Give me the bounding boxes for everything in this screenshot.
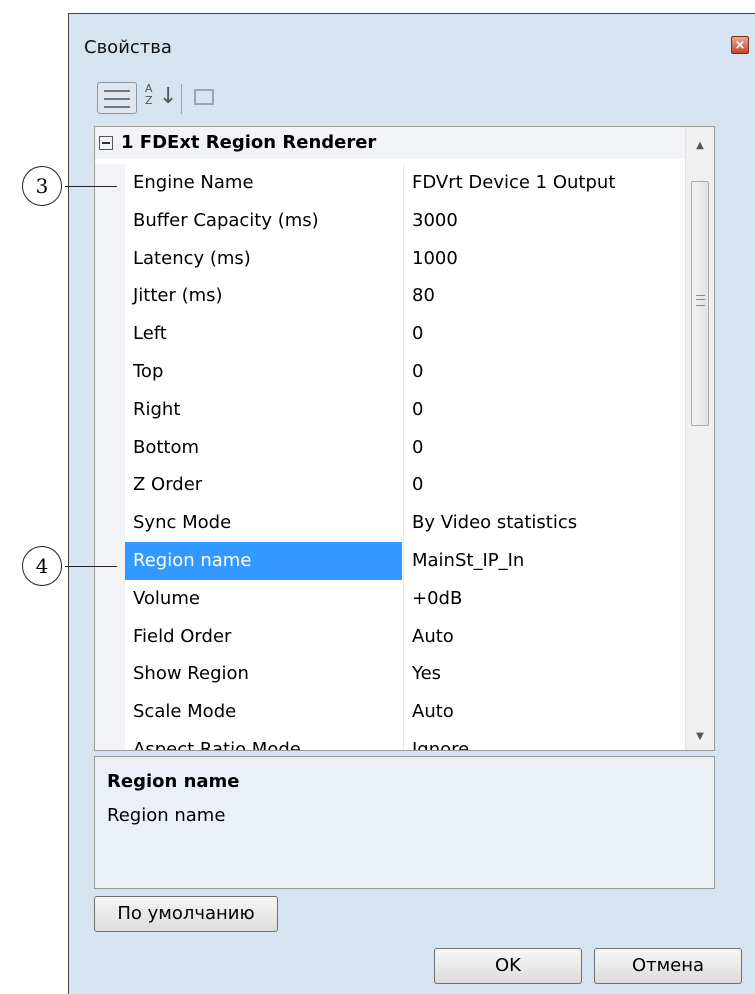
property-value[interactable]: 80 [403, 277, 685, 316]
property-name: Show Region [133, 663, 249, 685]
property-row-right[interactable]: Right 0 [95, 390, 685, 429]
reset-default-button[interactable]: По умолчанию [94, 896, 278, 932]
property-row-bottom[interactable]: Bottom 0 [95, 428, 685, 467]
property-row-top[interactable]: Top 0 [95, 352, 685, 391]
window-title: Свойства [84, 37, 172, 58]
collapse-icon[interactable] [99, 136, 113, 150]
property-pages-button[interactable] [187, 82, 221, 114]
property-value[interactable]: MainSt_IP_In [403, 541, 685, 580]
scroll-thumb[interactable] [691, 181, 709, 426]
property-value[interactable]: Auto [403, 617, 685, 656]
scroll-up-icon[interactable]: ▲ [686, 133, 714, 159]
property-row-sync-mode[interactable]: Sync Mode By Video statistics [95, 504, 685, 542]
property-name: Volume [133, 587, 200, 609]
property-name: Right [133, 398, 181, 420]
sort-arrow-icon: ↓ [159, 84, 178, 109]
title-bar: Свойства × [69, 14, 755, 74]
property-name: Latency (ms) [133, 247, 251, 269]
property-row-jitter[interactable]: Jitter (ms) 80 [95, 277, 685, 316]
property-name: Aspect Ratio Mode [133, 738, 301, 751]
property-value[interactable]: 3000 [403, 201, 685, 240]
property-value[interactable]: 0 [403, 352, 685, 391]
property-value[interactable]: 0 [403, 390, 685, 429]
toolbar: AZ ↓ [93, 80, 293, 120]
property-name: Engine Name [133, 172, 254, 193]
toolbar-separator [181, 84, 182, 114]
scroll-down-icon[interactable]: ▼ [686, 724, 714, 750]
property-grid: 1 FDExt Region Renderer Engine Name FDVr… [94, 126, 715, 751]
property-value[interactable]: 1000 [403, 239, 685, 278]
properties-dialog: Свойства × AZ ↓ 1 FDExt Region Renderer … [68, 13, 755, 994]
property-value[interactable]: FDVrt Device 1 Output [403, 164, 685, 202]
description-title: Region name [107, 771, 240, 792]
property-value[interactable]: By Video statistics [403, 504, 685, 542]
property-row-latency[interactable]: Latency (ms) 1000 [95, 239, 685, 278]
property-row-buffer-capacity[interactable]: Buffer Capacity (ms) 3000 [95, 201, 685, 240]
property-row-engine-name[interactable]: Engine Name FDVrt Device 1 Output [95, 164, 685, 202]
property-row-region-name[interactable]: Region name MainSt_IP_In [95, 541, 685, 580]
property-value[interactable]: 0 [403, 466, 685, 505]
callout-3: 3 [22, 166, 62, 206]
category-label: 1 FDExt Region Renderer [121, 132, 377, 153]
property-name: Buffer Capacity (ms) [133, 209, 319, 231]
close-icon[interactable]: × [731, 36, 749, 54]
property-value[interactable]: Yes [403, 655, 685, 694]
property-name-selected: Region name [125, 541, 402, 580]
property-value[interactable]: 0 [403, 428, 685, 467]
sort-az-icon: AZ [145, 82, 153, 107]
property-row-aspect-ratio-mode[interactable]: Aspect Ratio Mode Ignore [95, 730, 685, 751]
vertical-scrollbar[interactable]: ▲ ▼ [685, 127, 714, 750]
property-name: Top [133, 360, 164, 382]
description-text: Region name [107, 805, 226, 826]
callout-leader [65, 566, 117, 567]
property-name: Bottom [133, 436, 200, 458]
category-row[interactable]: 1 FDExt Region Renderer [95, 127, 685, 159]
property-value[interactable]: +0dB [403, 579, 685, 618]
property-row-left[interactable]: Left 0 [95, 315, 685, 353]
property-row-volume[interactable]: Volume +0dB [95, 579, 685, 618]
property-value[interactable]: Ignore [403, 730, 685, 750]
ok-button[interactable]: OK [434, 948, 582, 984]
callout-leader [65, 186, 117, 187]
property-row-scale-mode[interactable]: Scale Mode Auto [95, 693, 685, 731]
property-row-show-region[interactable]: Show Region Yes [95, 655, 685, 694]
property-value[interactable]: Auto [403, 693, 685, 731]
categorized-view-button[interactable] [97, 82, 137, 114]
property-name: Jitter (ms) [133, 285, 223, 307]
property-name: Z Order [133, 474, 203, 496]
property-value[interactable]: 0 [403, 315, 685, 353]
property-name: Sync Mode [133, 512, 232, 534]
property-row-z-order[interactable]: Z Order 0 [95, 466, 685, 505]
property-row-field-order[interactable]: Field Order Auto [95, 617, 685, 656]
property-rows: Engine Name FDVrt Device 1 Output Buffer… [95, 164, 685, 751]
property-name: Field Order [133, 625, 232, 647]
alphabetical-sort-button[interactable]: AZ ↓ [141, 82, 178, 114]
property-name: Left [133, 323, 167, 345]
property-name: Scale Mode [133, 701, 237, 723]
callout-4: 4 [22, 546, 62, 586]
description-panel: Region name Region name [94, 756, 715, 889]
cancel-button[interactable]: Отмена [594, 948, 742, 984]
